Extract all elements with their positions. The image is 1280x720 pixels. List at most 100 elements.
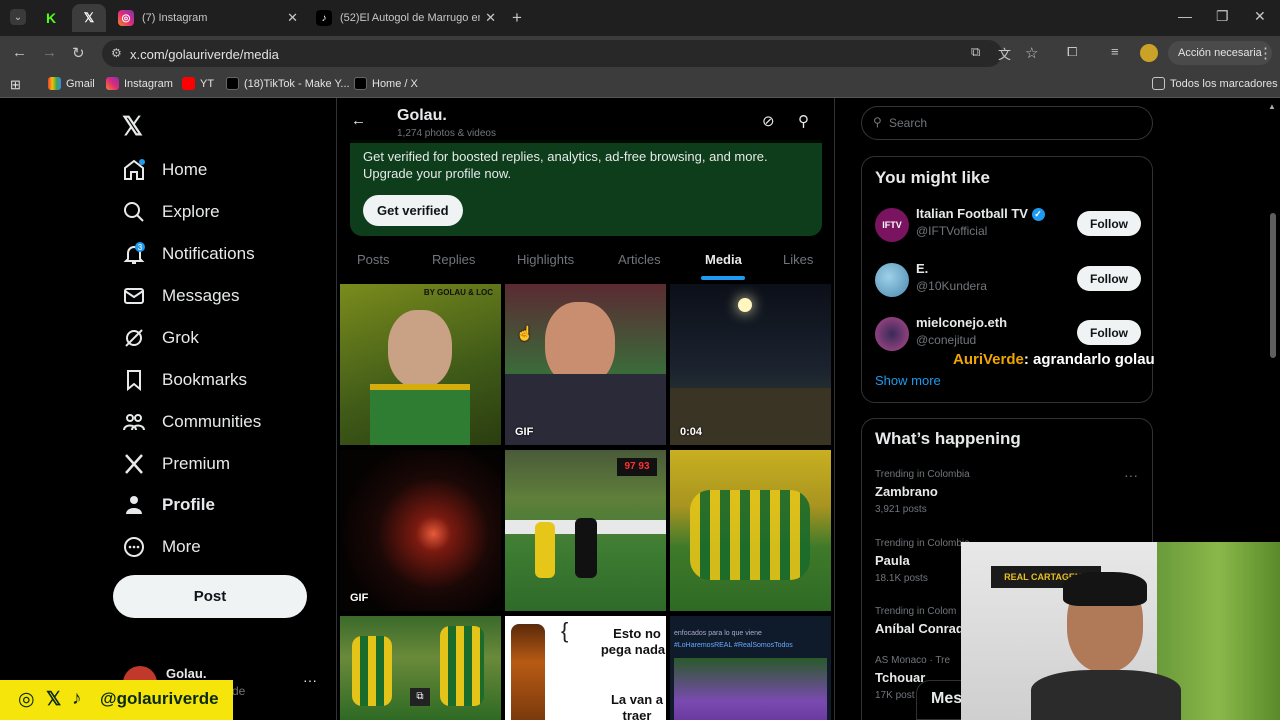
media-item[interactable]: enfocados para lo que viene #LoHaremosRE… <box>670 616 831 720</box>
trend-item[interactable]: Trending in Colom Aníbal Conrad <box>875 606 964 636</box>
apps-icon[interactable]: ⊞ <box>10 77 21 93</box>
trend-item[interactable]: Trending in Colombia Zambrano 3,921 post… <box>875 469 970 515</box>
media-item[interactable]: BY GOLAU & LOC <box>340 284 501 445</box>
more-dots-icon[interactable]: ··· <box>303 672 317 688</box>
search-icon: ⚲ <box>873 115 882 129</box>
forward-icon[interactable]: → <box>42 44 57 61</box>
new-tab-button[interactable]: + <box>512 8 522 28</box>
minimize-icon[interactable]: — <box>1178 8 1192 24</box>
whisky-bottle <box>511 624 545 720</box>
follow-button[interactable]: Follow <box>1077 211 1141 236</box>
nav-explore[interactable]: Explore <box>122 192 220 232</box>
media-item[interactable]: 97 93 <box>505 450 666 611</box>
trend-name: Aníbal Conrad <box>875 621 964 636</box>
scroll-up-icon[interactable]: ▲ <box>1268 102 1276 111</box>
grok-icon[interactable]: ⊘ <box>762 112 775 130</box>
nav-more[interactable]: More <box>122 527 201 567</box>
extensions-icon[interactable]: ⧠ <box>1067 44 1077 60</box>
tab-x[interactable]: 𝕏 <box>72 4 106 32</box>
nav-bookmarks[interactable]: Bookmarks <box>122 360 247 400</box>
media-item[interactable]: GIF <box>340 450 501 611</box>
restore-icon[interactable]: ❐ <box>1216 8 1229 25</box>
post-button[interactable]: Post <box>113 575 307 618</box>
star-icon[interactable]: ☆ <box>1025 44 1038 62</box>
back-icon[interactable]: ← <box>12 44 27 61</box>
media-item[interactable]: { Esto no pega nada La van a traer <box>505 616 666 720</box>
translate-icon[interactable]: 文 <box>998 44 1011 63</box>
tab-posts[interactable]: Posts <box>357 252 390 267</box>
tab-media[interactable]: Media <box>705 252 742 267</box>
install-icon[interactable]: ⧉ <box>971 44 980 60</box>
suggestion-row[interactable]: mielconejo.eth @conejitud Follow <box>875 315 1141 355</box>
nav-premium[interactable]: Premium <box>122 444 230 484</box>
trend-item[interactable]: Trending in Colombia Paula 18.1K posts <box>875 538 970 584</box>
close-icon[interactable]: ✕ <box>485 10 496 26</box>
search-box[interactable]: ⚲ Search <box>861 106 1153 140</box>
media-item[interactable]: GIF <box>505 284 666 445</box>
nav-profile[interactable]: Profile <box>122 485 215 525</box>
nav-grok[interactable]: Grok <box>122 318 199 358</box>
tab-articles[interactable]: Articles <box>618 252 661 267</box>
bookmark-x-home[interactable]: Home / X <box>354 77 418 90</box>
search-icon[interactable]: ⚲ <box>798 112 809 130</box>
tab-instagram[interactable]: ◎ (7) Instagram ✕ <box>108 4 306 32</box>
embedded-photo <box>674 658 827 720</box>
kick-icon: K <box>46 10 57 26</box>
tab-tiktok[interactable]: ♪ (52)El Autogol de Marrugo en C ✕ <box>306 4 504 32</box>
tab-likes[interactable]: Likes <box>783 252 813 267</box>
bookmark-label: Gmail <box>66 77 95 90</box>
follow-button[interactable]: Follow <box>1077 266 1141 291</box>
nav-communities[interactable]: Communities <box>122 402 261 442</box>
page-scrollbar[interactable] <box>1270 213 1276 358</box>
chat-message: AuriVerde: agrandarlo golau <box>953 351 1155 368</box>
media-item[interactable]: 0:04 <box>670 284 831 445</box>
nav-notifications[interactable]: 3 Notifications <box>122 234 255 274</box>
reload-icon[interactable]: ↻ <box>72 44 85 62</box>
post-text-2: #LoHaremosREAL #RealSomosTodos <box>674 642 793 649</box>
show-more-link[interactable]: Show more <box>875 373 941 388</box>
more-dots-icon[interactable]: ··· <box>1124 467 1138 483</box>
suggestion-row[interactable]: IFTV Italian Football TV ✓ @IFTVofficial… <box>875 206 1141 246</box>
omnibox[interactable]: ⚙ x.com/golauriverde/media <box>102 40 1002 67</box>
profile-avatar-icon[interactable] <box>1140 44 1158 62</box>
bookmark-gmail[interactable]: Gmail <box>48 77 95 90</box>
site-info-icon[interactable]: ⚙ <box>111 46 122 60</box>
tiktok-icon: ♪ <box>316 10 332 26</box>
menu-icon[interactable]: ⋮ <box>1258 44 1273 62</box>
bookmark-label: YT <box>200 77 215 90</box>
tab-search-button[interactable]: ⌄ <box>10 9 26 25</box>
mail-icon <box>124 288 144 304</box>
folder-icon <box>1152 77 1165 90</box>
bookmark-tiktok[interactable]: (18)TikTok - Make Y... <box>226 77 350 90</box>
trend-name: Paula <box>875 553 910 568</box>
all-bookmarks[interactable]: Todos los marcadores <box>1152 77 1278 90</box>
bookmark-instagram[interactable]: Instagram <box>106 77 173 90</box>
nav-label: Notifications <box>162 244 255 263</box>
tab-highlights[interactable]: Highlights <box>517 252 574 267</box>
back-arrow-icon[interactable]: ← <box>351 112 366 129</box>
stadium-light <box>738 298 752 312</box>
media-item[interactable]: ⧉ <box>340 616 501 720</box>
nav-label: Profile <box>162 495 215 514</box>
nav-label: More <box>162 537 201 556</box>
multi-photo-icon: ⧉ <box>410 688 430 706</box>
tab-kick[interactable]: K <box>36 4 64 32</box>
trend-meta: Trending in Colombia <box>875 469 970 480</box>
nav-messages[interactable]: Messages <box>122 276 239 316</box>
meme-text-3: La van a <box>610 692 664 707</box>
avatar <box>875 263 909 297</box>
suggestion-row[interactable]: E. @10Kundera Follow <box>875 261 1141 301</box>
media-controls-icon[interactable]: ≡ <box>1111 44 1119 59</box>
x-logo-icon[interactable]: 𝕏 <box>122 111 143 142</box>
meme-text-1: Esto no <box>613 626 661 641</box>
tab-replies[interactable]: Replies <box>432 252 475 267</box>
media-badge: GIF <box>515 426 534 438</box>
close-icon[interactable]: ✕ <box>287 10 298 26</box>
bookmark-yt[interactable]: YT <box>182 77 214 90</box>
nav-home[interactable]: Home <box>122 150 207 190</box>
media-item[interactable] <box>670 450 831 611</box>
get-verified-button[interactable]: Get verified <box>363 195 463 226</box>
action-needed-button[interactable]: Acción necesaria <box>1168 41 1272 65</box>
follow-button[interactable]: Follow <box>1077 320 1141 345</box>
close-window-icon[interactable]: ✕ <box>1254 8 1266 25</box>
